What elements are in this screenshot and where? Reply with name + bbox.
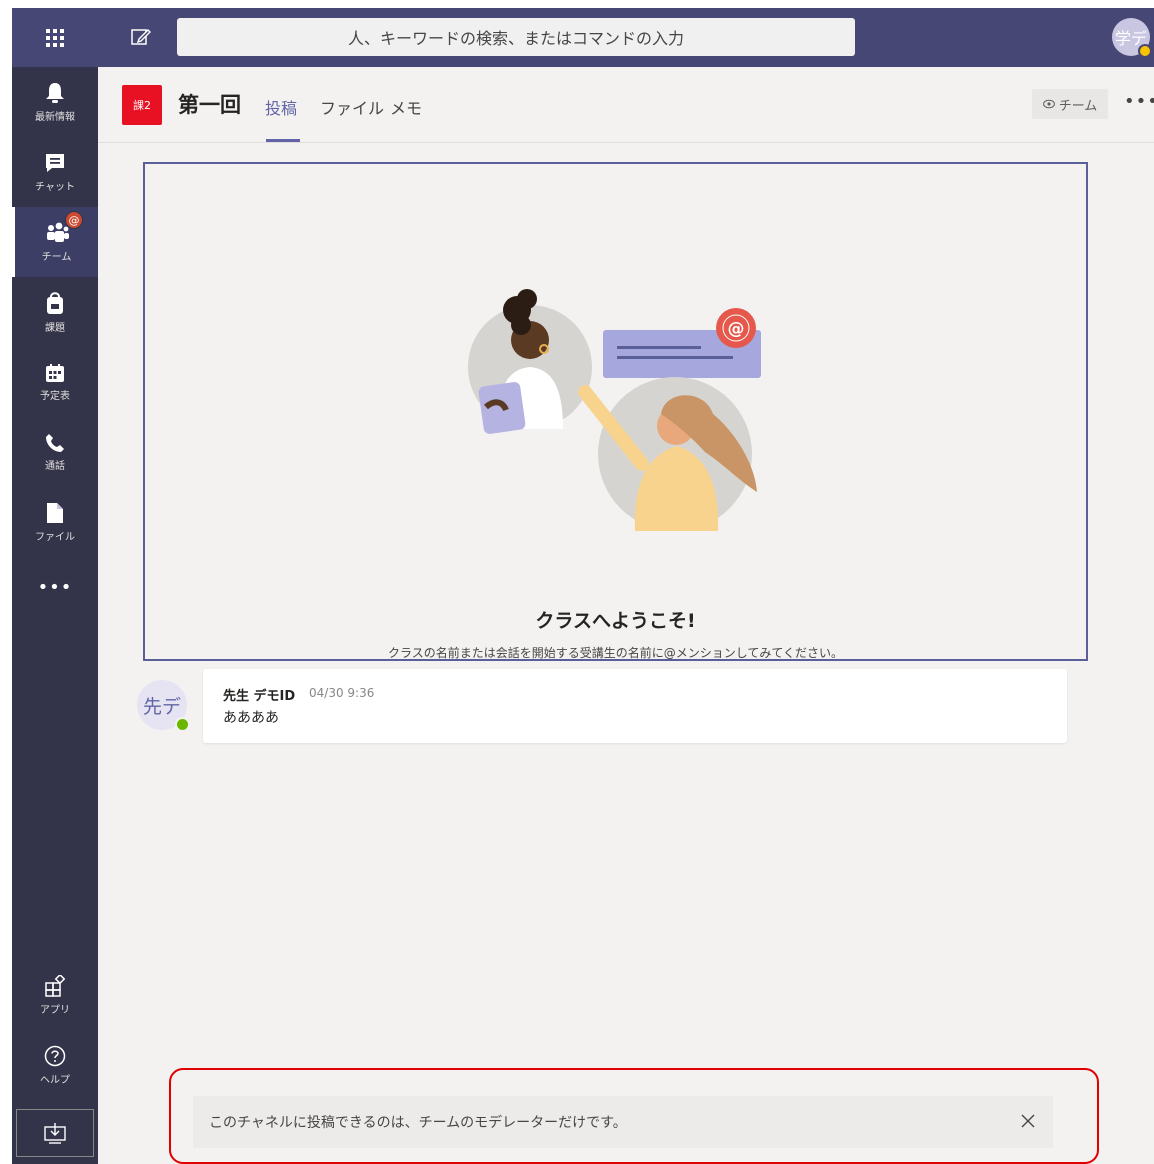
search-input[interactable]: 人、キーワードの検索、またはコマンドの入力 [177, 18, 855, 56]
file-icon [47, 502, 63, 523]
welcome-title: クラスへようこそ! [535, 610, 696, 632]
download-app-button[interactable] [16, 1109, 94, 1157]
rail-item-label: 課題 [45, 322, 65, 334]
compose-icon [131, 29, 151, 45]
rail-item-label: ファイル [35, 531, 75, 543]
message-timestamp: 04/30 9:36 [309, 686, 375, 700]
message-card[interactable]: 先生 デモID 04/30 9:36 ああああ [203, 669, 1067, 743]
notice-text: このチャネルに投稿できるのは、チームのモデレーターだけです。 [209, 1115, 627, 1131]
mention-badge: @ [65, 211, 83, 229]
close-icon[interactable] [1017, 1110, 1039, 1132]
bell-icon [46, 82, 64, 103]
team-button-label: チーム [1058, 98, 1098, 114]
apps-icon [45, 974, 66, 997]
channel-title: 第一回 [178, 93, 241, 117]
active-tab-indicator [266, 139, 300, 142]
away-status-icon [1138, 44, 1152, 58]
rail-item-label: ヘルプ [40, 1074, 70, 1086]
rail-item-label: アプリ [40, 1004, 70, 1016]
rail-item-files[interactable]: ファイル [12, 487, 98, 557]
rail-item-label: 最新情報 [35, 111, 75, 123]
welcome-subtitle: クラスの名前または会話を開始する受講生の名前に@メンションしてみてください。 [387, 646, 844, 660]
rail-item-apps[interactable]: アプリ [12, 960, 98, 1030]
rail-item-assignments[interactable]: 課題 [12, 277, 98, 347]
new-chat-button[interactable] [130, 26, 152, 48]
teams-window: 人、キーワードの検索、またはコマンドの入力 学デ 最新情報 チャット @ チーム… [12, 8, 1154, 1164]
rail-item-calendar[interactable]: 予定表 [12, 347, 98, 417]
team-avatar: 課2 [122, 85, 162, 125]
rail-item-chat[interactable]: チャット [12, 137, 98, 207]
rail-item-activity[interactable]: 最新情報 [12, 67, 98, 137]
calendar-icon [46, 363, 64, 382]
available-status-icon [175, 717, 190, 732]
tab-posts[interactable]: 投稿 [265, 95, 297, 119]
moderator-only-notice: このチャネルに投稿できるのは、チームのモデレーターだけです。 [193, 1096, 1053, 1148]
rail-item-label: チャット [35, 181, 75, 193]
phone-icon [46, 433, 64, 452]
message-author: 先生 デモID [223, 689, 296, 704]
channel-header: 課2 第一回 投稿 ファイル メモ チーム ••• [98, 67, 1154, 143]
profile-avatar[interactable]: 学デ [1112, 18, 1152, 58]
app-launcher-button[interactable] [12, 8, 98, 67]
rail-item-teams[interactable]: @ チーム [12, 207, 98, 277]
download-icon [44, 1123, 66, 1144]
message-body: ああああ [223, 710, 279, 726]
rail-item-label: 予定表 [40, 390, 70, 402]
eye-icon [1042, 99, 1055, 109]
top-bar: 人、キーワードの検索、またはコマンドの入力 学デ [12, 8, 1154, 67]
rail-item-help[interactable]: ヘルプ [12, 1030, 98, 1100]
more-apps-button[interactable]: ••• [12, 577, 98, 598]
tab-files[interactable]: ファイル [320, 95, 384, 119]
svg-text:@: @ [728, 319, 745, 339]
welcome-illustration: @ [468, 289, 761, 531]
team-button[interactable]: チーム [1032, 89, 1108, 119]
welcome-card: @ クラスへようこそ! クラスの名前または会話を開始する受講生の名前に@メンショ… [143, 162, 1088, 661]
app-bar: 最新情報 チャット @ チーム 課題 予定表 通話 ファイル ••• アプリ ヘ… [12, 67, 98, 1164]
rail-item-label: 通話 [45, 460, 65, 472]
rail-item-calls[interactable]: 通話 [12, 417, 98, 487]
waffle-icon [46, 28, 64, 47]
chat-icon [46, 153, 64, 172]
help-icon [44, 1045, 66, 1066]
rail-item-label: チーム [41, 251, 72, 263]
tab-notes[interactable]: メモ [390, 95, 422, 119]
assignments-icon [47, 291, 63, 314]
more-options-button[interactable]: ••• [1124, 91, 1154, 112]
